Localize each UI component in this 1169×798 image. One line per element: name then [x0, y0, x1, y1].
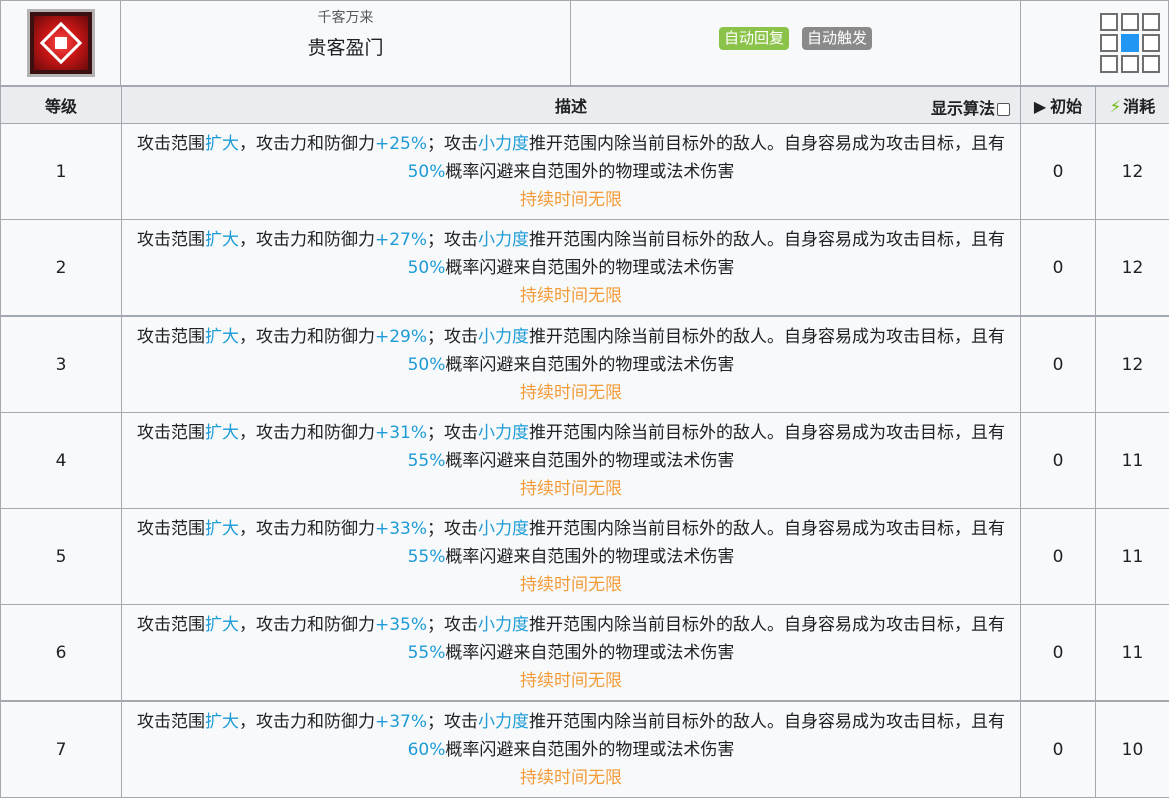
description-column-header: 描述 显示算法 — [122, 87, 1021, 124]
description-cell: 攻击范围扩大，攻击力和防御力+27%；攻击小力度推开范围内除当前目标外的敌人。自… — [122, 220, 1021, 317]
skill-name-cell: 千客万来 贵客盈门 — [121, 1, 571, 86]
description-cell: 攻击范围扩大，攻击力和防御力+33%；攻击小力度推开范围内除当前目标外的敌人。自… — [122, 509, 1021, 605]
effect-text: 攻击范围扩大，攻击力和防御力+29%；攻击小力度推开范围内除当前目标外的敌人。自… — [130, 323, 1012, 379]
skill-tags-cell: 自动回复 自动触发 — [571, 1, 1021, 86]
effect-text: 攻击范围扩大，攻击力和防御力+33%；攻击小力度推开范围内除当前目标外的敌人。自… — [130, 515, 1012, 571]
initial-header-label: 初始 — [1050, 97, 1082, 116]
table-row: 6 攻击范围扩大，攻击力和防御力+35%；攻击小力度推开范围内除当前目标外的敌人… — [1, 605, 1169, 702]
table-row: 7 攻击范围扩大，攻击力和防御力+37%；攻击小力度推开范围内除当前目标外的敌人… — [1, 701, 1169, 798]
description-cell: 攻击范围扩大，攻击力和防御力+29%；攻击小力度推开范围内除当前目标外的敌人。自… — [122, 316, 1021, 413]
skill-table: 千客万来 贵客盈门 自动回复 自动触发 — [0, 0, 1169, 86]
sp-cost-cell: 12 — [1096, 220, 1169, 317]
description-header-label: 描述 — [555, 97, 587, 116]
initial-sp-cell: 0 — [1021, 605, 1096, 702]
recovery-type-badge: 自动回复 — [719, 27, 789, 50]
play-icon: ▶ — [1034, 97, 1046, 116]
skill-name: 贵客盈门 — [121, 33, 570, 60]
sp-cost-cell: 11 — [1096, 509, 1169, 605]
trigger-type-badge: 自动触发 — [802, 27, 872, 50]
duration-text: 持续时间无限 — [130, 186, 1012, 214]
effect-text: 攻击范围扩大，攻击力和防御力+27%；攻击小力度推开范围内除当前目标外的敌人。自… — [130, 226, 1012, 282]
effect-text: 攻击范围扩大，攻击力和防御力+37%；攻击小力度推开范围内除当前目标外的敌人。自… — [130, 708, 1012, 764]
effect-text: 攻击范围扩大，攻击力和防御力+25%；攻击小力度推开范围内除当前目标外的敌人。自… — [130, 130, 1012, 186]
duration-text: 持续时间无限 — [130, 571, 1012, 599]
table-row: 4 攻击范围扩大，攻击力和防御力+31%；攻击小力度推开范围内除当前目标外的敌人… — [1, 413, 1169, 509]
duration-text: 持续时间无限 — [130, 379, 1012, 407]
level-cell: 1 — [1, 124, 122, 220]
cost-header-label: 消耗 — [1123, 97, 1155, 116]
description-cell: 攻击范围扩大，攻击力和防御力+37%；攻击小力度推开范围内除当前目标外的敌人。自… — [122, 701, 1021, 798]
duration-text: 持续时间无限 — [130, 282, 1012, 310]
initial-column-header: ▶初始 — [1021, 87, 1096, 124]
duration-text: 持续时间无限 — [130, 475, 1012, 503]
initial-sp-cell: 0 — [1021, 701, 1096, 798]
skill-icon-cell — [1, 1, 121, 86]
initial-sp-cell: 0 — [1021, 316, 1096, 413]
description-cell: 攻击范围扩大，攻击力和防御力+31%；攻击小力度推开范围内除当前目标外的敌人。自… — [122, 413, 1021, 509]
level-cell: 2 — [1, 220, 122, 317]
description-cell: 攻击范围扩大，攻击力和防御力+25%；攻击小力度推开范围内除当前目标外的敌人。自… — [122, 124, 1021, 220]
show-algorithm-label: 显示算法 — [931, 99, 995, 118]
range-tile — [1100, 13, 1118, 31]
attack-range-cell — [1021, 1, 1169, 86]
range-tile — [1142, 34, 1160, 52]
show-algorithm-toggle[interactable]: 显示算法 — [931, 95, 1010, 119]
initial-sp-cell: 0 — [1021, 509, 1096, 605]
level-cell: 3 — [1, 316, 122, 413]
range-tile — [1142, 13, 1160, 31]
effect-text: 攻击范围扩大，攻击力和防御力+31%；攻击小力度推开范围内除当前目标外的敌人。自… — [130, 419, 1012, 475]
table-row: 5 攻击范围扩大，攻击力和防御力+33%；攻击小力度推开范围内除当前目标外的敌人… — [1, 509, 1169, 605]
level-column-header: 等级 — [1, 87, 122, 124]
range-tile — [1142, 55, 1160, 73]
level-cell: 5 — [1, 509, 122, 605]
sp-cost-cell: 12 — [1096, 124, 1169, 220]
range-tile — [1121, 55, 1139, 73]
table-row: 3 攻击范围扩大，攻击力和防御力+29%；攻击小力度推开范围内除当前目标外的敌人… — [1, 316, 1169, 413]
level-cell: 7 — [1, 701, 122, 798]
lightning-icon: ⚡ — [1110, 97, 1121, 116]
sp-cost-cell: 11 — [1096, 605, 1169, 702]
level-cell: 6 — [1, 605, 122, 702]
sp-cost-cell: 10 — [1096, 701, 1169, 798]
skill-icon — [27, 9, 95, 77]
initial-sp-cell: 0 — [1021, 220, 1096, 317]
level-cell: 4 — [1, 413, 122, 509]
range-tile — [1100, 34, 1118, 52]
sp-cost-cell: 11 — [1096, 413, 1169, 509]
range-tile — [1121, 13, 1139, 31]
initial-sp-cell: 0 — [1021, 413, 1096, 509]
duration-text: 持续时间无限 — [130, 667, 1012, 695]
level-rows: 1 攻击范围扩大，攻击力和防御力+25%；攻击小力度推开范围内除当前目标外的敌人… — [1, 124, 1169, 798]
level-table: 等级 描述 显示算法 ▶初始 ⚡消耗 1 攻击范围扩大，攻击力和防御力+25%；… — [0, 86, 1169, 798]
initial-sp-cell: 0 — [1021, 124, 1096, 220]
range-tile — [1100, 55, 1118, 73]
duration-text: 持续时间无限 — [130, 764, 1012, 792]
sp-cost-cell: 12 — [1096, 316, 1169, 413]
attack-range-grid — [1100, 13, 1160, 73]
show-algorithm-checkbox[interactable] — [997, 103, 1010, 116]
description-cell: 攻击范围扩大，攻击力和防御力+35%；攻击小力度推开范围内除当前目标外的敌人。自… — [122, 605, 1021, 702]
cost-column-header: ⚡消耗 — [1096, 87, 1169, 124]
range-tile-self — [1121, 34, 1139, 52]
effect-text: 攻击范围扩大，攻击力和防御力+35%；攻击小力度推开范围内除当前目标外的敌人。自… — [130, 611, 1012, 667]
skill-subtitle: 千客万来 — [121, 7, 570, 27]
table-row: 2 攻击范围扩大，攻击力和防御力+27%；攻击小力度推开范围内除当前目标外的敌人… — [1, 220, 1169, 317]
column-header-row: 等级 描述 显示算法 ▶初始 ⚡消耗 — [1, 87, 1169, 124]
skill-header-row: 千客万来 贵客盈门 自动回复 自动触发 — [1, 1, 1169, 86]
table-row: 1 攻击范围扩大，攻击力和防御力+25%；攻击小力度推开范围内除当前目标外的敌人… — [1, 124, 1169, 220]
